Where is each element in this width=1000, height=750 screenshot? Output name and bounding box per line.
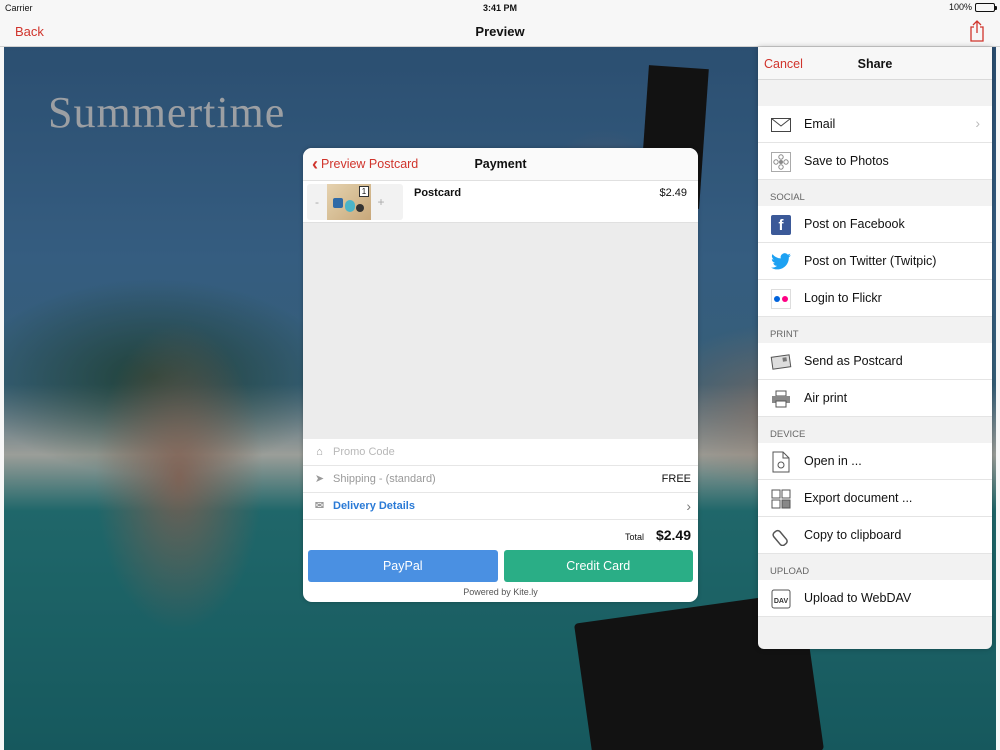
shipping-row: ➤ Shipping - (standard) FREE	[303, 466, 698, 493]
twitter-bird-icon	[770, 251, 792, 273]
clock: 3:41 PM	[482, 3, 517, 13]
battery-icon	[975, 2, 997, 12]
postcard-icon	[770, 351, 792, 373]
quantity-stepper: - 1 +	[307, 184, 403, 220]
order-item-row: - 1 + Postcard $2.49	[303, 181, 698, 223]
share-item-label: Email	[804, 117, 836, 131]
status-bar: Carrier 3:41 PM 100%	[0, 0, 1000, 16]
powered-by-label: Powered by Kite.ly	[463, 587, 538, 597]
empty-area	[303, 223, 698, 439]
share-item-label: Export document ...	[804, 491, 913, 505]
share-item-clipboard[interactable]: Copy to clipboard	[758, 517, 992, 554]
total-value: $2.49	[655, 527, 691, 543]
share-item-email[interactable]: Email ›	[758, 106, 992, 143]
chevron-right-icon: ›	[686, 498, 691, 514]
promo-code-field[interactable]: ⌂ Promo Code	[303, 439, 698, 466]
chevron-right-icon: ›	[975, 115, 980, 131]
credit-card-button[interactable]: Credit Card	[503, 550, 693, 582]
paypal-button[interactable]: PayPal	[308, 550, 498, 582]
envelope-icon	[770, 114, 792, 136]
share-item-webdav[interactable]: DAV Upload to WebDAV	[758, 580, 992, 617]
share-item-label: Save to Photos	[804, 154, 889, 168]
share-item-label: Post on Twitter (Twitpic)	[804, 254, 937, 268]
share-item-label: Send as Postcard	[804, 354, 903, 368]
section-header-device: DEVICE	[770, 429, 806, 440]
share-item-send-postcard[interactable]: Send as Postcard	[758, 343, 992, 380]
flickr-icon	[770, 288, 792, 310]
share-item-label: Login to Flickr	[804, 291, 882, 305]
share-item-label: Open in ...	[804, 454, 862, 468]
postcard-thumbnail: 1	[327, 184, 371, 220]
total-row: Total $2.49	[303, 520, 698, 550]
share-item-airprint[interactable]: Air print	[758, 380, 992, 417]
grid-export-icon	[770, 488, 792, 510]
payment-buttons: PayPal Credit Card	[308, 550, 693, 582]
delivery-details-label: Delivery Details	[333, 500, 415, 512]
share-item-label: Upload to WebDAV	[804, 591, 912, 605]
item-name: Postcard	[414, 187, 462, 199]
document-gear-icon	[770, 451, 792, 473]
shipping-value: FREE	[661, 473, 691, 485]
shipping-label: Shipping - (standard)	[333, 473, 436, 485]
printer-icon	[770, 388, 792, 410]
section-header-print: PRINT	[770, 329, 799, 340]
share-item-label: Post on Facebook	[804, 217, 905, 231]
share-title: Share	[857, 57, 893, 71]
share-icon[interactable]	[968, 20, 986, 42]
section-header-social: SOCIAL	[770, 192, 805, 203]
share-item-label: Air print	[804, 391, 848, 405]
battery-percent: 100%	[948, 2, 972, 12]
webdav-glyph: DAV	[774, 598, 789, 605]
facebook-icon: f	[770, 214, 792, 236]
share-item-twitter[interactable]: Post on Twitter (Twitpic)	[758, 243, 992, 280]
envelope-icon: ✉	[314, 500, 325, 512]
item-price: $2.49	[659, 187, 687, 199]
share-item-facebook[interactable]: f Post on Facebook	[758, 206, 992, 243]
increment-button[interactable]: +	[371, 195, 391, 209]
battery-indicator: 100%	[948, 2, 997, 12]
tag-icon: ⌂	[316, 446, 323, 458]
delivery-details-row[interactable]: ✉ Delivery Details ›	[303, 493, 698, 520]
total-label: Total	[624, 532, 644, 542]
section-header-upload: UPLOAD	[770, 566, 810, 577]
share-item-label: Copy to clipboard	[804, 528, 902, 542]
payment-title: Payment	[474, 157, 527, 171]
payment-header: ‹ Preview Postcard Payment	[303, 148, 698, 181]
paper-plane-icon: ➤	[314, 473, 325, 485]
share-sheet: Cancel Share Email › Save to Photos SOCI…	[758, 47, 992, 649]
share-item-flickr[interactable]: Login to Flickr	[758, 280, 992, 317]
share-item-export[interactable]: Export document ...	[758, 480, 992, 517]
paperclip-icon	[770, 525, 792, 547]
nav-bar: Back Preview	[0, 16, 1000, 47]
promo-code-placeholder: Promo Code	[333, 446, 395, 458]
page-title: Preview	[475, 24, 525, 39]
share-item-open-in[interactable]: Open in ...	[758, 443, 992, 480]
share-header: Cancel Share	[758, 47, 992, 80]
payment-modal: ‹ Preview Postcard Payment - 1 + Postcar…	[303, 148, 698, 602]
webdav-icon: DAV	[770, 588, 792, 610]
decrement-button[interactable]: -	[307, 195, 327, 209]
photos-flower-icon	[770, 151, 792, 173]
quantity-badge: 1	[359, 186, 369, 197]
share-item-save-photos[interactable]: Save to Photos	[758, 143, 992, 180]
